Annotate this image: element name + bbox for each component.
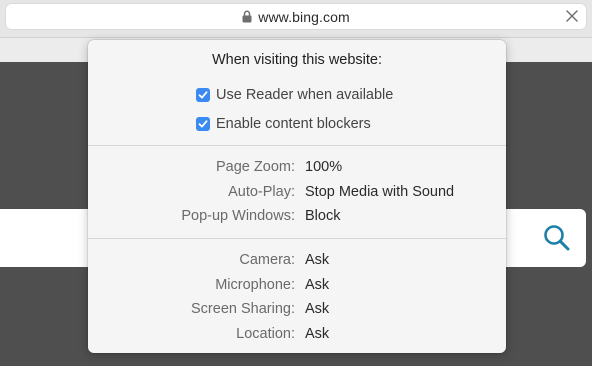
content-blockers-checkbox-row[interactable]: Enable content blockers [196, 115, 371, 133]
screen-sharing-row: Screen Sharing: Ask [88, 301, 506, 319]
checkmark-icon [198, 91, 208, 99]
auto-play-label: Auto-Play: [228, 184, 295, 200]
close-icon[interactable] [564, 8, 580, 24]
popup-windows-label: Pop-up Windows: [181, 208, 295, 224]
checkmark-icon [198, 120, 208, 128]
search-icon[interactable] [542, 223, 572, 253]
page-zoom-row: Page Zoom: 100% [88, 159, 506, 177]
popup-windows-row: Pop-up Windows: Block [88, 208, 506, 226]
microphone-label: Microphone: [215, 277, 295, 293]
camera-row: Camera: Ask [88, 252, 506, 270]
divider [88, 238, 506, 239]
browser-toolbar: www.bing.com [0, 0, 592, 38]
location-row: Location: Ask [88, 326, 506, 344]
website-settings-popover: When visiting this website: Use Reader w… [88, 40, 506, 353]
auto-play-value[interactable]: Stop Media with Sound [305, 184, 454, 200]
reader-checkbox-row[interactable]: Use Reader when available [196, 86, 393, 104]
camera-label: Camera: [239, 252, 295, 268]
url-display[interactable]: www.bing.com [6, 4, 586, 29]
screen-sharing-value[interactable]: Ask [305, 301, 329, 317]
popover-title: When visiting this website: [211, 52, 383, 68]
divider [88, 145, 506, 146]
content-blockers-checkbox[interactable] [196, 117, 210, 131]
address-bar[interactable]: www.bing.com [6, 4, 586, 29]
popup-windows-value[interactable]: Block [305, 208, 340, 224]
page-zoom-value[interactable]: 100% [305, 159, 342, 175]
location-label: Location: [236, 326, 295, 342]
page-zoom-label: Page Zoom: [216, 159, 295, 175]
url-text: www.bing.com [258, 8, 350, 25]
content-blockers-checkbox-label: Enable content blockers [216, 116, 371, 132]
screen-sharing-label: Screen Sharing: [191, 301, 295, 317]
microphone-row: Microphone: Ask [88, 277, 506, 295]
reader-checkbox[interactable] [196, 88, 210, 102]
microphone-value[interactable]: Ask [305, 277, 329, 293]
lock-icon [242, 10, 252, 23]
location-value[interactable]: Ask [305, 326, 329, 342]
auto-play-row: Auto-Play: Stop Media with Sound [88, 184, 506, 202]
reader-checkbox-label: Use Reader when available [216, 87, 394, 103]
camera-value[interactable]: Ask [305, 252, 329, 268]
